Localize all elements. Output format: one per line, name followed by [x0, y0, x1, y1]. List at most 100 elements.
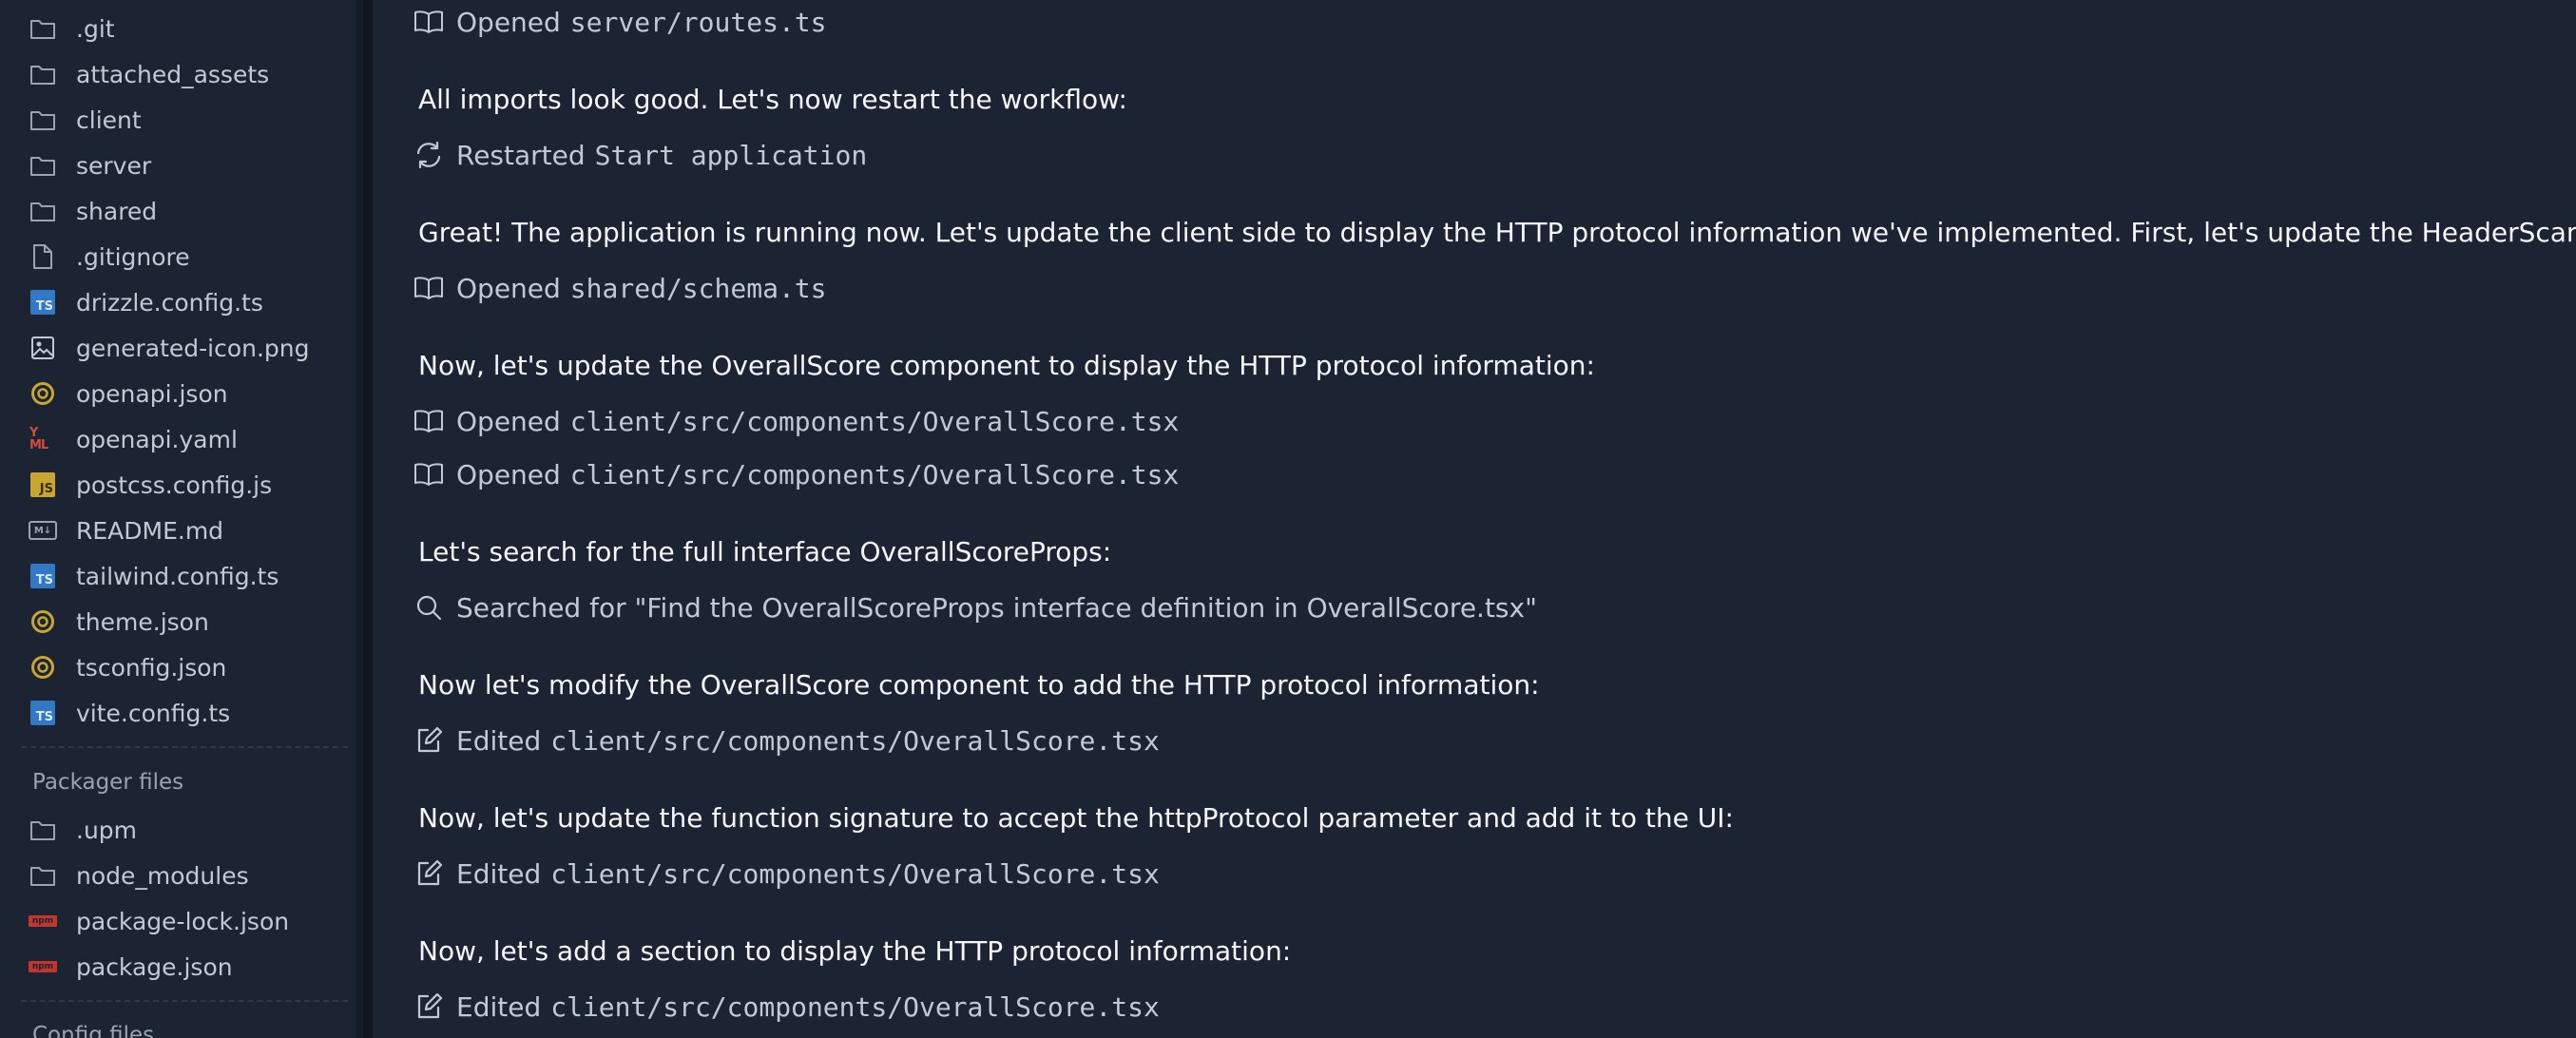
javascript-badge: JS	[30, 472, 55, 497]
action-opened-file[interactable]: Opened client/src/components/OverallScor…	[413, 405, 1179, 437]
npm-icon: npm	[29, 907, 57, 935]
file-tree-item-package-lock[interactable]: npm package-lock.json	[29, 900, 289, 942]
json-icon	[29, 607, 57, 636]
file-tree-label: tsconfig.json	[76, 653, 227, 682]
file-tree-label: tailwind.config.ts	[76, 562, 279, 590]
file-tree-item-git[interactable]: .git	[29, 8, 115, 49]
file-tree-label: package.json	[76, 952, 233, 981]
file-tree-label: openapi.yaml	[76, 425, 238, 453]
action-verb: Opened	[456, 405, 561, 437]
agent-message: Great! The application is running now. L…	[418, 217, 2576, 248]
file-tree-item-generated-icon[interactable]: generated-icon.png	[29, 327, 310, 369]
file-tree-label: README.md	[76, 516, 224, 545]
file-tree-item-node-modules[interactable]: node_modules	[29, 855, 249, 896]
agent-message: Let's search for the full interface Over…	[418, 536, 1112, 567]
file-tree-label: vite.config.ts	[76, 699, 231, 727]
file-tree-item-openapi-json[interactable]: openapi.json	[29, 373, 228, 414]
book-open-icon	[413, 405, 445, 437]
agent-message: Now, let's update the OverallScore compo…	[418, 350, 1595, 381]
action-verb: Opened	[456, 6, 561, 38]
file-path: client/src/components/OverallScore.tsx	[550, 857, 1160, 890]
file-tree-label: drizzle.config.ts	[76, 288, 263, 317]
workflow-name: Start application	[594, 139, 868, 171]
typescript-badge: TS	[30, 290, 55, 315]
file-tree-item-gitignore[interactable]: .gitignore	[29, 236, 190, 278]
file-path: client/src/components/OverallScore.tsx	[550, 990, 1160, 1023]
file-tree-item-tsconfig-json[interactable]: tsconfig.json	[29, 646, 226, 688]
file-tree-item-readme[interactable]: M↓ README.md	[29, 509, 223, 551]
action-opened-file[interactable]: Opened client/src/components/OverallScor…	[413, 458, 1179, 490]
action-restarted-workflow[interactable]: Restarted Start application	[413, 139, 867, 171]
file-tree-item-tailwind-config[interactable]: TS tailwind.config.ts	[29, 555, 279, 597]
file-tree-item-package-json[interactable]: npm package.json	[29, 946, 233, 988]
file-tree-item-upm[interactable]: .upm	[29, 809, 137, 851]
image-icon	[29, 334, 57, 362]
markdown-icon: M↓	[29, 516, 57, 545]
folder-icon	[29, 816, 57, 844]
typescript-badge: TS	[30, 564, 55, 588]
action-verb: Edited	[456, 857, 542, 890]
npm-badge: npm	[29, 915, 57, 927]
file-tree-item-openapi-yaml[interactable]: Y ML openapi.yaml	[29, 418, 238, 460]
file-tree-label: .git	[76, 14, 115, 43]
file-tree-label: client	[76, 106, 142, 134]
json-icon	[29, 653, 57, 682]
folder-icon	[29, 861, 57, 890]
file-icon	[29, 242, 57, 271]
file-tree-item-postcss-config[interactable]: JS postcss.config.js	[29, 464, 272, 506]
action-searched[interactable]: Searched for "Find the OverallScoreProps…	[413, 591, 1537, 624]
action-opened-file[interactable]: Opened server/routes.ts	[413, 6, 827, 38]
action-edited-file[interactable]: Edited client/src/components/OverallScor…	[413, 857, 1160, 890]
action-edited-file[interactable]: Edited client/src/components/OverallScor…	[413, 724, 1160, 757]
action-edited-file[interactable]: Edited client/src/components/OverallScor…	[413, 990, 1160, 1023]
markdown-badge: M↓	[29, 521, 57, 540]
yaml-icon: Y ML	[29, 425, 57, 453]
action-verb: Opened	[456, 272, 561, 304]
file-path: shared/schema.ts	[569, 272, 827, 304]
file-tree-label: theme.json	[76, 607, 209, 636]
folder-icon	[29, 60, 57, 88]
json-icon	[29, 379, 57, 408]
file-path: client/src/components/OverallScore.tsx	[550, 724, 1160, 757]
section-divider	[21, 1000, 348, 1002]
book-open-icon	[413, 458, 445, 490]
javascript-icon: JS	[29, 471, 57, 499]
sidebar-scrollbar[interactable]	[356, 0, 363, 1038]
agent-message: Now let's modify the OverallScore compon…	[418, 669, 1540, 701]
npm-badge: npm	[29, 961, 57, 972]
action-verb: Opened	[456, 458, 561, 490]
file-explorer-sidebar: .git attached_assets client server share…	[0, 0, 363, 1038]
file-path: server/routes.ts	[569, 6, 827, 38]
file-tree-item-theme-json[interactable]: theme.json	[29, 601, 209, 643]
file-tree-item-vite-config[interactable]: TS vite.config.ts	[29, 692, 230, 734]
file-tree-item-drizzle-config[interactable]: TS drizzle.config.ts	[29, 281, 263, 323]
file-tree-item-attached-assets[interactable]: attached_assets	[29, 53, 269, 95]
restart-icon	[413, 139, 445, 171]
action-verb: Edited	[456, 990, 542, 1023]
config-files-heading: Config files	[32, 1023, 155, 1038]
file-path: client/src/components/OverallScore.tsx	[569, 405, 1180, 437]
file-path: client/src/components/OverallScore.tsx	[569, 458, 1180, 490]
folder-icon	[29, 151, 57, 180]
file-tree-label: postcss.config.js	[76, 471, 273, 499]
folder-icon	[29, 106, 57, 134]
agent-message: All imports look good. Let's now restart…	[418, 84, 1127, 115]
npm-icon: npm	[29, 952, 57, 981]
panel-resize-handle[interactable]	[363, 0, 373, 1038]
agent-chat-log: Opened server/routes.ts All imports look…	[373, 0, 2576, 1038]
typescript-badge: TS	[30, 701, 55, 725]
typescript-icon: TS	[29, 288, 57, 317]
file-tree-item-client[interactable]: client	[29, 99, 142, 141]
typescript-icon: TS	[29, 699, 57, 727]
folder-icon	[29, 197, 57, 225]
action-verb: Edited	[456, 724, 542, 757]
search-icon	[413, 591, 445, 624]
edit-icon	[413, 724, 445, 757]
agent-message: Now, let's update the function signature…	[418, 802, 1734, 834]
file-tree-item-shared[interactable]: shared	[29, 190, 157, 232]
file-tree-item-server[interactable]: server	[29, 144, 151, 186]
action-opened-file[interactable]: Opened shared/schema.ts	[413, 272, 827, 304]
file-tree-label: openapi.json	[76, 379, 228, 408]
edit-icon	[413, 990, 445, 1023]
edit-icon	[413, 857, 445, 890]
